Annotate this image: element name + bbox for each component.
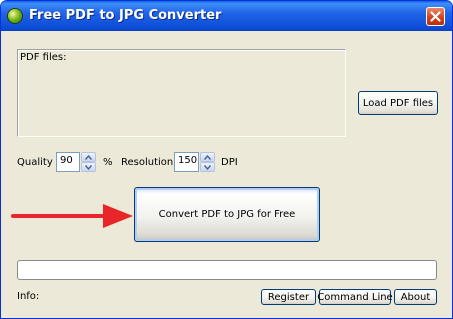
quality-label: Quality: [17, 157, 53, 168]
red-arrow-icon: [11, 198, 135, 237]
resolution-unit: DPI: [221, 157, 238, 168]
resolution-stepper[interactable]: [200, 152, 215, 172]
resolution-label: Resolution: [121, 157, 174, 168]
quality-up-button[interactable]: [81, 152, 96, 162]
resolution-up-button[interactable]: [200, 152, 215, 162]
quality-unit: %: [103, 157, 113, 168]
app-logo-icon: [8, 9, 22, 23]
resolution-down-button[interactable]: [200, 162, 215, 172]
convert-button[interactable]: Convert PDF to JPG for Free: [134, 187, 320, 242]
quality-down-button[interactable]: [81, 162, 96, 172]
pdf-files-label: PDF files:: [20, 52, 67, 63]
close-button[interactable]: [426, 7, 445, 26]
progress-bar: [17, 260, 437, 280]
quality-input[interactable]: 90: [56, 152, 80, 172]
resolution-input[interactable]: 150: [174, 152, 199, 172]
quality-stepper[interactable]: [81, 152, 96, 172]
command-line-button[interactable]: Command Line: [317, 289, 393, 305]
title-bar[interactable]: Free PDF to JPG Converter: [1, 1, 452, 31]
pdf-files-list[interactable]: PDF files:: [17, 49, 346, 137]
load-pdf-files-button[interactable]: Load PDF files: [358, 91, 438, 115]
window-title: Free PDF to JPG Converter: [29, 8, 222, 23]
main-window: Free PDF to JPG Converter PDF files: Loa…: [0, 0, 453, 319]
about-button[interactable]: About: [394, 289, 437, 305]
info-label: Info:: [17, 291, 40, 302]
register-button[interactable]: Register: [261, 289, 316, 305]
